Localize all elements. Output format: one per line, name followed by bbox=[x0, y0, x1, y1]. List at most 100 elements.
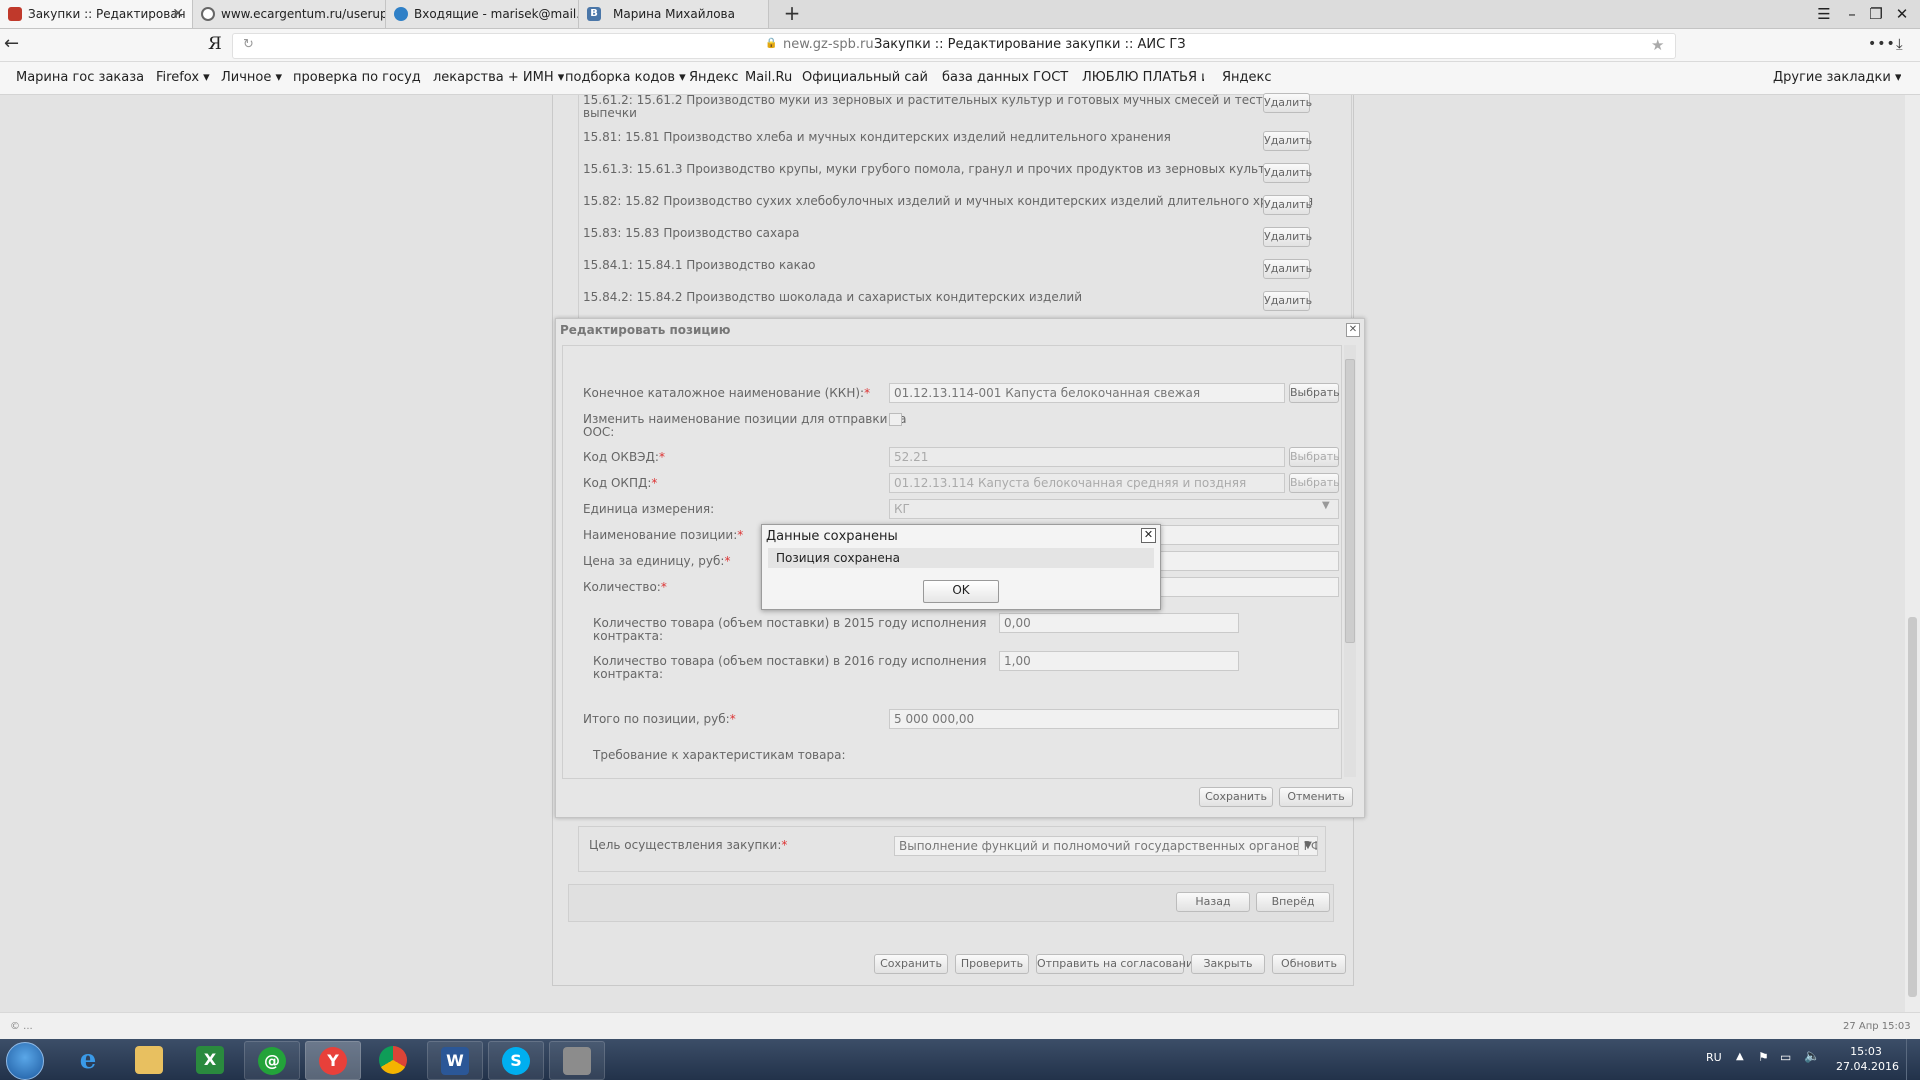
yandex-logo-icon[interactable]: Я bbox=[208, 34, 222, 54]
tab-vk[interactable]: В Марина Михайлова bbox=[579, 0, 769, 28]
bookmark-item[interactable]: Личное ▾ bbox=[221, 70, 282, 85]
alert-title: Данные сохранены bbox=[766, 529, 898, 544]
qty-2015-label: Количество товара (объем поставки) в 201… bbox=[593, 616, 987, 643]
show-desktop-button[interactable] bbox=[1906, 1039, 1920, 1080]
send-for-approval-button[interactable]: Отправить на согласование bbox=[1036, 954, 1200, 974]
clock[interactable]: 15:03 27.04.2016 bbox=[1836, 1044, 1899, 1074]
chevron-down-icon[interactable]: ▼ bbox=[1298, 836, 1317, 856]
dialog-save-button[interactable]: Сохранить bbox=[1199, 787, 1273, 807]
unit-select[interactable]: КГ bbox=[889, 499, 1339, 519]
qty-2016-label: Количество товара (объем поставки) в 201… bbox=[593, 654, 987, 681]
bookmark-item[interactable]: Яндекс bbox=[689, 70, 739, 85]
back-button[interactable]: Назад bbox=[1176, 892, 1250, 912]
bookmark-item[interactable]: проверка по госуд ▾ bbox=[293, 70, 421, 85]
delete-button[interactable]: Удалить bbox=[1263, 195, 1312, 215]
bookmark-item[interactable]: Firefox ▾ bbox=[156, 70, 210, 85]
start-windows-icon[interactable] bbox=[6, 1042, 44, 1080]
forward-button[interactable]: Вперёд bbox=[1256, 892, 1330, 912]
page-scrollbar[interactable] bbox=[1905, 95, 1920, 1012]
window-close-icon[interactable]: ✕ bbox=[1888, 0, 1916, 28]
save-button[interactable]: Сохранить bbox=[874, 954, 948, 974]
rename-label: Изменить наименование позиции для отправ… bbox=[583, 412, 907, 439]
tab-title: Закупки :: Редактирован bbox=[28, 7, 186, 21]
dialog-scroll-thumb[interactable] bbox=[1345, 359, 1355, 643]
page-scroll-thumb[interactable] bbox=[1908, 617, 1917, 997]
saved-alert-dialog: Данные сохранены ✕ Позиция сохранена OK bbox=[761, 524, 1161, 610]
delete-button[interactable]: Удалить bbox=[1263, 131, 1312, 151]
kkn-field[interactable]: 01.12.13.114-001 Капуста белокочанная св… bbox=[889, 383, 1285, 403]
dialog-cancel-button[interactable]: Отменить bbox=[1279, 787, 1353, 807]
other-bookmarks[interactable]: Другие закладки ▾ bbox=[1773, 70, 1901, 85]
url-page-title: Закупки :: Редактирование закупки :: АИС… bbox=[874, 37, 1186, 52]
delete-button[interactable]: Удалить bbox=[1263, 93, 1312, 113]
chevron-down-icon[interactable]: ▼ bbox=[1322, 500, 1330, 511]
purpose-select[interactable]: Выполнение функций и полномочий государс… bbox=[894, 836, 1318, 856]
kkn-select-button[interactable]: Выбрать bbox=[1289, 383, 1340, 403]
okved-row: 15.84.1: 15.84.1 Производство какао bbox=[583, 258, 816, 272]
tab-ecargentum[interactable]: www.ecargentum.ru/useruplo bbox=[193, 0, 386, 28]
close-icon[interactable]: ✕ bbox=[1346, 323, 1360, 337]
globe-icon bbox=[201, 7, 215, 21]
taskbar-word[interactable]: W bbox=[427, 1041, 483, 1080]
bookmarks-bar: Марина гос заказа ▾ Firefox ▾ Личное ▾ п… bbox=[0, 62, 1920, 95]
bookmark-item[interactable]: база данных ГОСТ ТУ bbox=[942, 70, 1070, 85]
close-tab-icon[interactable]: ✕ bbox=[172, 0, 184, 28]
bookmark-item[interactable]: лекарства + ИМН ▾ bbox=[433, 70, 564, 85]
rename-checkbox[interactable] bbox=[889, 413, 902, 426]
delete-button[interactable]: Удалить bbox=[1263, 291, 1312, 311]
refresh-icon[interactable]: ↻ bbox=[243, 37, 254, 52]
taskbar-chrome[interactable] bbox=[366, 1041, 420, 1078]
taskbar-skype[interactable]: S bbox=[488, 1041, 544, 1080]
restore-icon[interactable]: ❐ bbox=[1862, 0, 1890, 28]
bookmark-item[interactable]: ЛЮБЛЮ ПЛАТЬЯ инт bbox=[1082, 70, 1204, 85]
taskbar-explorer[interactable] bbox=[122, 1041, 176, 1078]
taskbar-app[interactable] bbox=[549, 1041, 605, 1080]
qty-2015-field[interactable]: 0,00 bbox=[999, 613, 1239, 633]
okpd-select-button[interactable]: Выбрать bbox=[1289, 473, 1340, 493]
volume-icon[interactable]: 🔈 bbox=[1804, 1049, 1820, 1064]
download-icon[interactable]: ⤓ bbox=[1896, 35, 1903, 53]
taskbar-ie[interactable]: e bbox=[61, 1041, 115, 1078]
okved-select-button[interactable]: Выбрать bbox=[1289, 447, 1340, 467]
bookmark-item[interactable]: Марина гос заказа ▾ bbox=[16, 70, 144, 85]
taskbar-excel[interactable]: X bbox=[183, 1041, 237, 1078]
zakupki-favicon-icon bbox=[8, 7, 22, 21]
status-bar: © ... 27 Апр 15:03 bbox=[0, 1012, 1920, 1040]
tab-bar: Закупки :: Редактирован ✕ www.ecargentum… bbox=[0, 0, 1920, 29]
close-icon[interactable]: ✕ bbox=[1141, 528, 1156, 543]
bookmark-item[interactable]: Официальный сайт З bbox=[802, 70, 928, 85]
vk-icon: В bbox=[587, 7, 601, 21]
tray-arrow-icon[interactable]: ▲ bbox=[1736, 1051, 1744, 1062]
qty-2016-field[interactable]: 1,00 bbox=[999, 651, 1239, 671]
bookmark-item[interactable]: Яндекс bbox=[1222, 70, 1272, 85]
new-tab-button[interactable]: + bbox=[778, 0, 806, 28]
okpd-field[interactable]: 01.12.13.114 Капуста белокочанная средня… bbox=[889, 473, 1285, 493]
menu-icon[interactable]: ☰ bbox=[1810, 0, 1838, 28]
language-indicator[interactable]: RU bbox=[1706, 1051, 1722, 1064]
bookmark-item[interactable]: подборка кодов ▾ bbox=[565, 70, 686, 85]
more-icon[interactable]: ••• bbox=[1868, 36, 1896, 52]
delete-button[interactable]: Удалить bbox=[1263, 163, 1312, 183]
star-icon[interactable]: ★ bbox=[1651, 36, 1664, 54]
tab-zakupki[interactable]: Закупки :: Редактирован ✕ bbox=[0, 0, 193, 28]
taskbar-yandex-browser[interactable]: Y bbox=[305, 1041, 361, 1080]
network-icon[interactable]: ▭ bbox=[1780, 1050, 1791, 1064]
check-button[interactable]: Проверить bbox=[955, 954, 1029, 974]
ok-button[interactable]: OK bbox=[923, 580, 999, 603]
delete-button[interactable]: Удалить bbox=[1263, 259, 1312, 279]
taskbar-mail-agent[interactable]: @ bbox=[244, 1041, 300, 1080]
okved-field[interactable]: 52.21 bbox=[889, 447, 1285, 467]
tab-title: Входящие - marisek@mail.ru bbox=[414, 7, 579, 21]
dialog-scrollbar[interactable] bbox=[1344, 345, 1356, 777]
bookmark-item[interactable]: Mail.Ru bbox=[745, 70, 792, 85]
back-arrow-icon[interactable]: ← bbox=[4, 33, 19, 54]
delete-button[interactable]: Удалить bbox=[1263, 227, 1312, 247]
close-button[interactable]: Закрыть bbox=[1191, 954, 1265, 974]
status-left: © ... bbox=[10, 1021, 33, 1032]
tab-mail[interactable]: Входящие - marisek@mail.ru bbox=[386, 0, 579, 28]
lock-icon: 🔒 bbox=[765, 38, 778, 49]
url-field[interactable]: ↻ 🔒 new.gz-spb.ru Закупки :: Редактирова… bbox=[232, 33, 1676, 59]
flag-icon[interactable]: ⚑ bbox=[1758, 1050, 1769, 1064]
total-field[interactable]: 5 000 000,00 bbox=[889, 709, 1339, 729]
refresh-button[interactable]: Обновить bbox=[1272, 954, 1346, 974]
